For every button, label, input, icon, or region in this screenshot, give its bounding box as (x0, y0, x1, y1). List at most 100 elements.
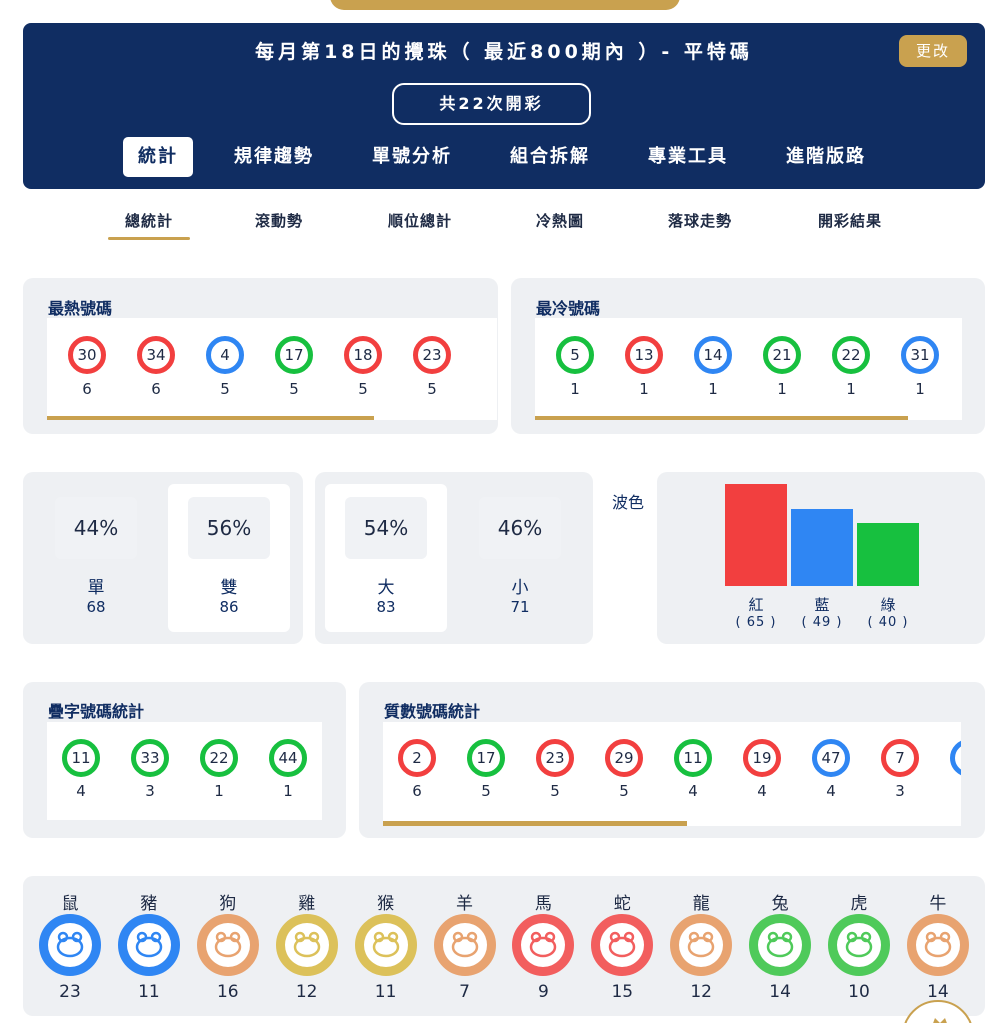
hot-numbers-title: 最熱號碼 (48, 299, 113, 318)
tab-advanced-route[interactable]: 進階版路 (771, 137, 881, 177)
subtab-active-underline (108, 237, 190, 240)
repeat-ball[interactable]: 11 (62, 739, 100, 777)
wave-bar (791, 509, 853, 586)
subtab-overall[interactable]: 總統計 (108, 210, 190, 231)
cold-scroll-bar[interactable] (535, 416, 908, 420)
hot-ball[interactable]: 23 (413, 336, 451, 374)
prime-scroll-bar[interactable] (383, 821, 687, 826)
repeat-ball[interactable]: 44 (269, 739, 307, 777)
big-count: 83 (376, 598, 396, 616)
prime-ball-count: 3 (895, 782, 905, 800)
zodiac-name: 猴 (377, 894, 395, 914)
repeat-numbers-list: 11 4 33 3 22 1 44 1 (47, 722, 322, 820)
hot-numbers-panel: 最熱號碼 30 6 34 6 4 5 17 5 18 5 23 5 (23, 278, 498, 434)
subtab-heatmap[interactable]: 冷熱圖 (520, 210, 600, 231)
prime-ball[interactable]: 2 (398, 739, 436, 777)
zodiac-badge[interactable] (670, 914, 733, 976)
zodiac-badge[interactable] (828, 914, 890, 976)
cold-ball-count: 1 (846, 380, 856, 398)
subtab-rolling[interactable]: 滾動勢 (238, 210, 320, 231)
cold-ball-count: 1 (708, 380, 718, 398)
hot-ball-count: 5 (358, 380, 368, 398)
zodiac-badge[interactable] (39, 914, 101, 976)
prime-ball[interactable]: 17 (467, 739, 505, 777)
zodiac-name: 雞 (298, 894, 316, 914)
cold-ball[interactable]: 22 (832, 336, 870, 374)
subtab-order-total[interactable]: 順位總計 (370, 210, 470, 231)
prime-ball[interactable]: 23 (536, 739, 574, 777)
zodiac-count: 15 (611, 982, 634, 1002)
tab-combination[interactable]: 組合拆解 (495, 137, 605, 177)
hot-ball[interactable]: 18 (344, 336, 382, 374)
even-label: 雙 (220, 578, 238, 598)
zodiac-name: 牛 (929, 894, 947, 914)
edit-button[interactable]: 更改 (899, 35, 967, 67)
hot-ball[interactable]: 34 (137, 336, 175, 374)
zodiac-badge[interactable] (906, 914, 969, 976)
cold-ball[interactable]: 13 (625, 336, 663, 374)
crown-icon (933, 1018, 947, 1023)
big-small-panel: 54% 大 83 46% 小 71 (315, 472, 593, 644)
zodiac-count: 11 (138, 982, 160, 1002)
prime-ball[interactable]: 29 (605, 739, 643, 777)
hot-ball[interactable]: 4 (206, 336, 244, 374)
wave-count: ( 49 ) (801, 615, 843, 630)
hot-ball-count: 6 (82, 380, 92, 398)
zodiac-badge[interactable] (591, 914, 654, 976)
big-label: 大 (377, 578, 395, 598)
header-panel: 每月第18日的攪珠（ 最近800期內 ）- 平特碼 更改 共22次開彩 統計 規… (23, 23, 985, 189)
repeat-ball[interactable]: 33 (131, 739, 169, 777)
prime-ball[interactable]: 47 (812, 739, 850, 777)
zodiac-name: 鼠 (61, 894, 79, 914)
cold-ball[interactable]: 21 (763, 336, 801, 374)
zodiac-badge[interactable] (433, 914, 496, 976)
odd-even-panel: 44% 單 68 56% 雙 86 (23, 472, 303, 644)
tab-statistics[interactable]: 統計 (123, 137, 193, 177)
zodiac-badge[interactable] (512, 914, 575, 976)
repeat-ball[interactable]: 22 (200, 739, 238, 777)
hot-numbers-list: 30 6 34 6 4 5 17 5 18 5 23 5 (47, 318, 497, 420)
subtab-draw-results[interactable]: 開彩結果 (800, 210, 900, 231)
page-title: 每月第18日的攪珠（ 最近800期內 ）- 平特碼 (255, 41, 753, 63)
small-label: 小 (511, 578, 529, 598)
tab-pattern-trend[interactable]: 規律趨勢 (219, 137, 329, 177)
even-count: 86 (219, 598, 239, 616)
even-card: 56% 雙 86 (168, 484, 290, 632)
repeat-ball-count: 4 (76, 782, 86, 800)
prime-ball[interactable]: 19 (743, 739, 781, 777)
cold-numbers-title: 最冷號碼 (536, 299, 601, 318)
top-gold-tab (330, 0, 680, 10)
zodiac-badge[interactable] (749, 914, 812, 976)
prime-ball-count: 6 (412, 782, 422, 800)
cold-numbers-panel: 最冷號碼 5 1 13 1 14 1 21 1 22 1 31 1 (511, 278, 985, 434)
tab-pro-tools[interactable]: 專業工具 (633, 137, 743, 177)
zodiac-badge[interactable] (196, 914, 259, 976)
odd-count: 68 (86, 598, 106, 616)
hot-ball-count: 6 (151, 380, 161, 398)
prime-ball-count: 4 (757, 782, 767, 800)
prime-ball[interactable] (950, 739, 961, 777)
zodiac-badge[interactable] (354, 914, 417, 976)
rooster-icon (284, 923, 329, 967)
cold-ball[interactable]: 31 (901, 336, 939, 374)
cold-ball[interactable]: 5 (556, 336, 594, 374)
tab-single-analysis[interactable]: 單號分析 (357, 137, 467, 177)
zodiac-name: 馬 (534, 894, 552, 914)
zodiac-badge[interactable] (275, 914, 338, 976)
zodiac-count: 16 (216, 982, 239, 1002)
repeat-ball-count: 3 (145, 782, 155, 800)
wave-label: 藍 (814, 596, 830, 614)
prime-numbers-title: 質數號碼統計 (384, 702, 481, 721)
prime-ball[interactable]: 7 (881, 739, 919, 777)
prime-ball-count: 4 (826, 782, 836, 800)
prime-ball[interactable]: 11 (674, 739, 712, 777)
hot-ball-count: 5 (427, 380, 437, 398)
cold-ball[interactable]: 14 (694, 336, 732, 374)
wave-count: ( 65 ) (735, 615, 777, 630)
hot-scroll-bar[interactable] (47, 416, 374, 420)
zodiac-badge[interactable] (117, 914, 180, 976)
hot-ball[interactable]: 30 (68, 336, 106, 374)
hot-ball[interactable]: 17 (275, 336, 313, 374)
subtab-ball-trend[interactable]: 落球走勢 (650, 210, 750, 231)
big-percent: 54% (345, 497, 427, 559)
